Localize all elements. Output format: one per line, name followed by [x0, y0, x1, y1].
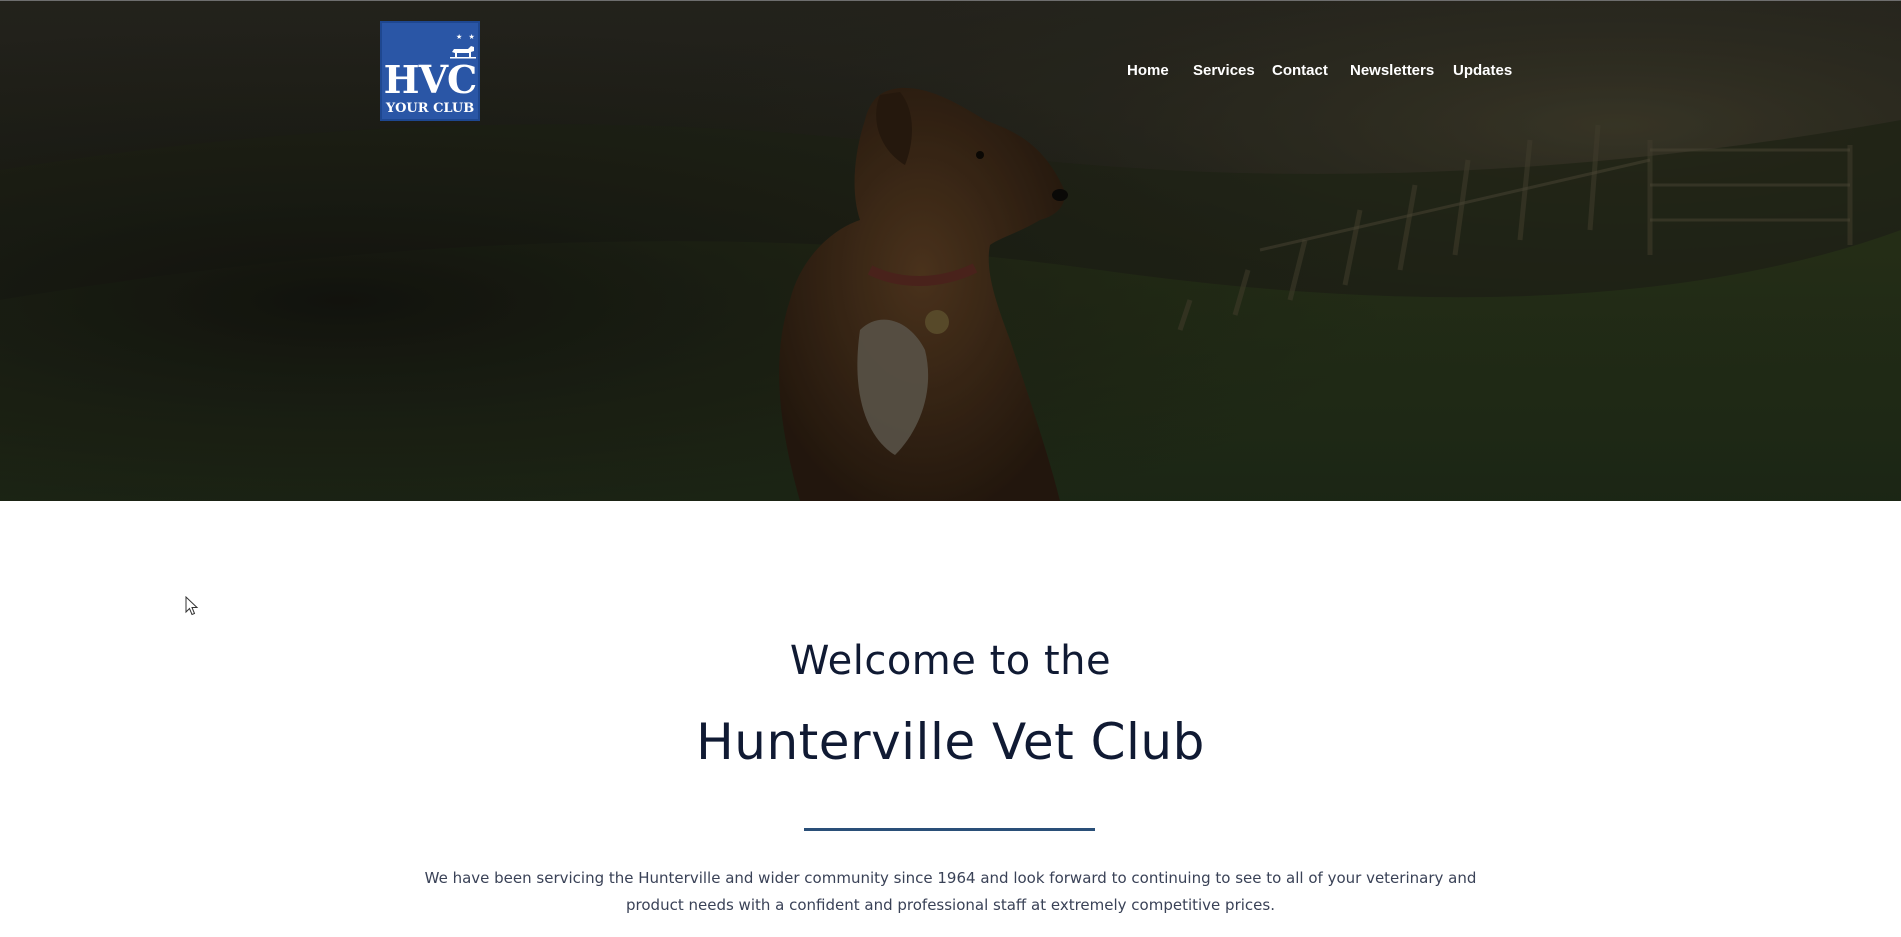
top-border	[0, 0, 1901, 1]
page: ★ ★ HVC YOUR CLUB Home Services Contact …	[0, 0, 1901, 937]
logo-stars: ★ ★	[456, 33, 477, 41]
intro-paragraph: We have been servicing the Hunterville a…	[424, 869, 1477, 914]
hero-banner: ★ ★ HVC YOUR CLUB Home Services Contact …	[0, 0, 1901, 501]
mouse-cursor-icon	[185, 596, 199, 616]
nav-newsletters[interactable]: Newsletters	[1350, 60, 1434, 82]
nav-home[interactable]: Home	[1127, 60, 1169, 82]
nav-services[interactable]: Services	[1193, 60, 1255, 82]
page-title: Hunterville Vet Club	[696, 713, 1205, 771]
nav-updates[interactable]: Updates	[1453, 60, 1512, 82]
logo-sub-text: YOUR CLUB	[385, 101, 475, 116]
heading-divider	[804, 828, 1095, 831]
nav-contact[interactable]: Contact	[1272, 60, 1328, 82]
welcome-heading: Welcome to the	[789, 638, 1112, 684]
main-nav: Home Services Contact Newsletters Update…	[0, 60, 1901, 82]
welcome-section: Welcome to the Hunterville Vet Club We h…	[0, 501, 1901, 937]
